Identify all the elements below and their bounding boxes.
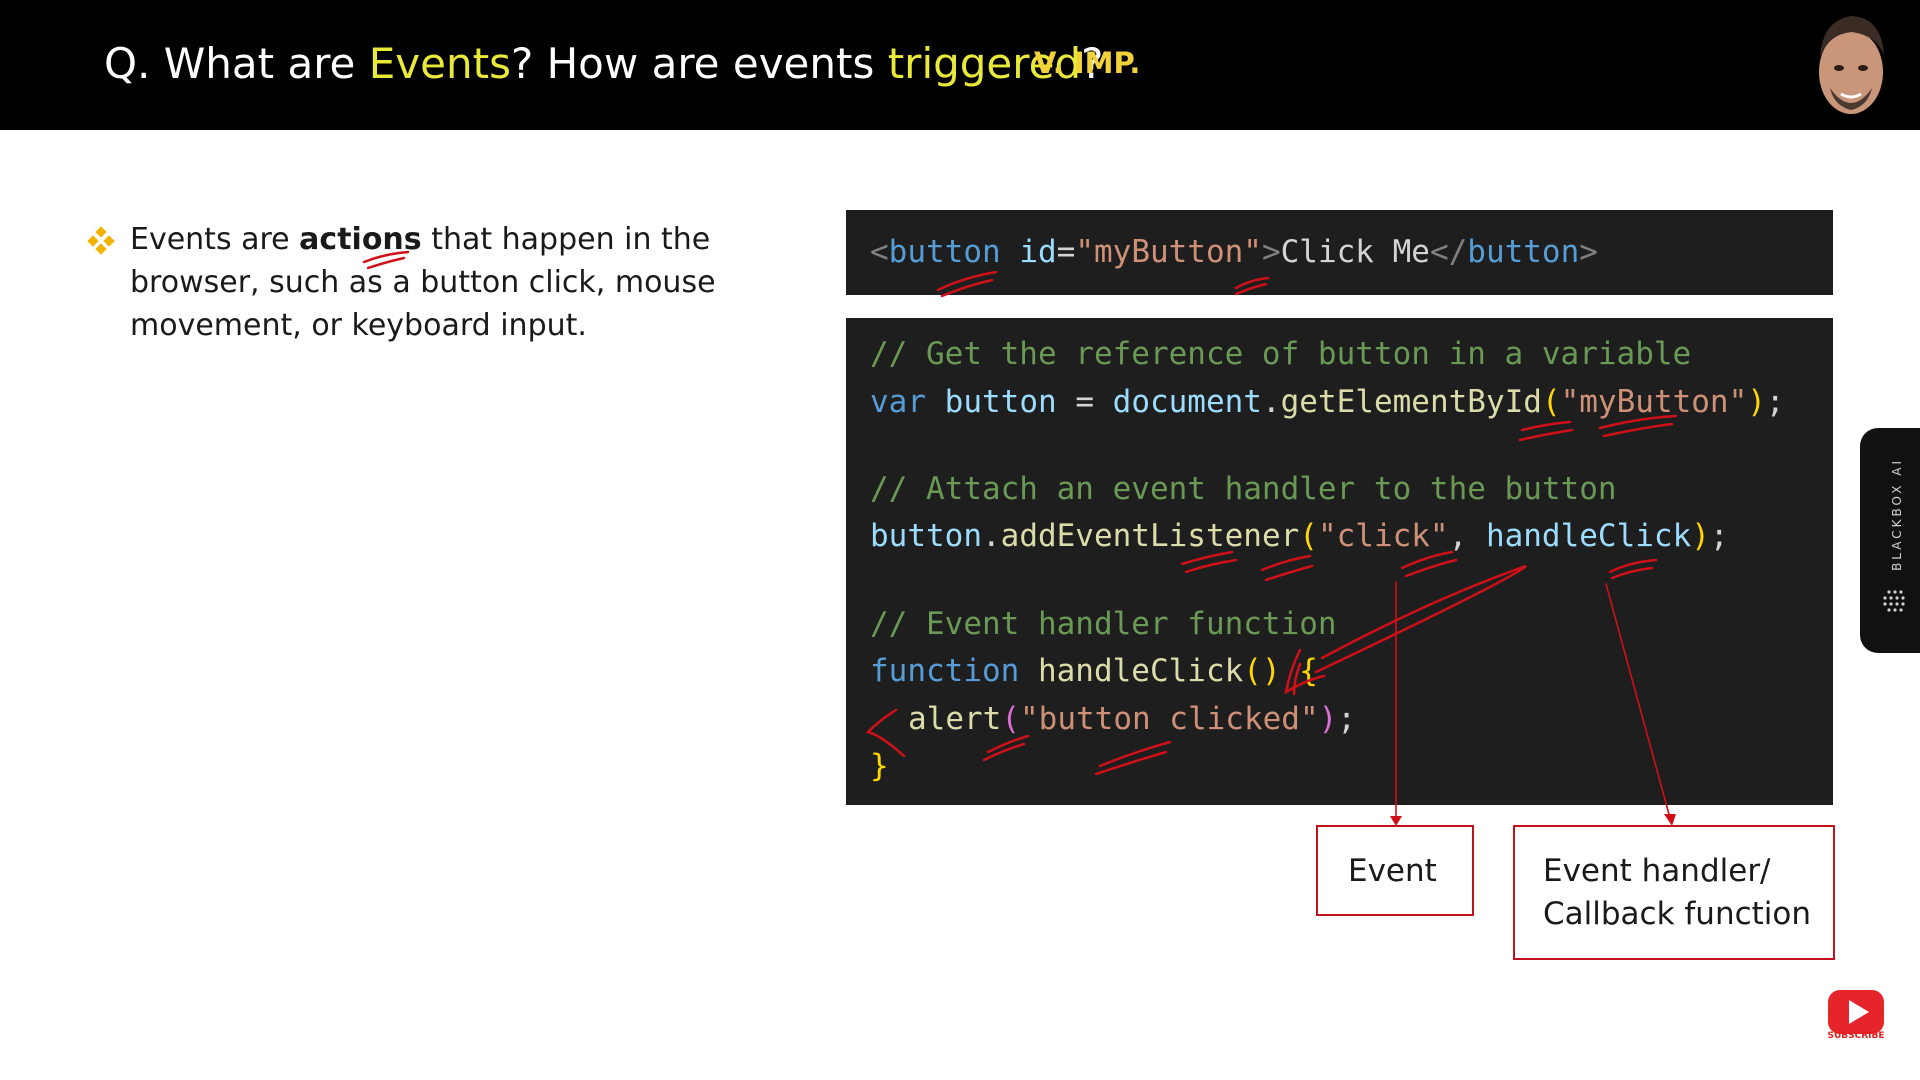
handler-callout-line2: Callback function [1543, 896, 1812, 932]
code-comment-3: // Event handler function [870, 606, 1337, 642]
event-callout-box: Event [1316, 825, 1474, 916]
html-code-block: <button id="myButton">Click Me</button> [846, 210, 1833, 295]
subscribe-label: SUBSCRIBE [1827, 1031, 1885, 1041]
code-line-2: var button = document.getElementById("my… [870, 384, 1785, 420]
dot-grid-icon [1883, 590, 1905, 612]
html-code-line: <button id="myButton">Click Me</button> [870, 234, 1598, 270]
presenter-avatar [1819, 16, 1884, 114]
title-mid: ? How are events [510, 39, 888, 88]
code-comment-1: // Get the reference of button in a vari… [870, 336, 1692, 372]
handler-callout-box: Event handler/ Callback function [1513, 825, 1835, 960]
slide-header: Q. What are Events? How are events trigg… [0, 0, 1920, 130]
bullet-text: Events are actions that happen in the br… [130, 222, 716, 343]
importance-tag: V. IMP. [1034, 46, 1141, 80]
code-line-8: } [870, 748, 889, 784]
code-line-6: function handleClick() { [870, 653, 1318, 689]
code-line-4: button.addEventListener("click", handleC… [870, 518, 1729, 554]
js-code-block: // Get the reference of button in a vari… [846, 318, 1833, 805]
bullet-bold-word: actions [299, 222, 422, 257]
slide-title: Q. What are Events? How are events trigg… [104, 36, 1103, 92]
title-prefix: Q. What are [104, 39, 369, 88]
title-highlight-events: Events [368, 39, 511, 88]
code-line-7: alert("button clicked"); [908, 701, 1356, 737]
event-callout-label: Event [1348, 853, 1437, 889]
blackbox-label: BLACKBOX AI [1890, 458, 1904, 571]
code-comment-2: // Attach an event handler to the button [870, 471, 1617, 507]
handler-callout-line1: Event handler/ [1543, 853, 1771, 889]
diamond-bullet-icon [87, 226, 115, 255]
blackbox-side-tab[interactable]: BLACKBOX AI [1860, 428, 1920, 653]
